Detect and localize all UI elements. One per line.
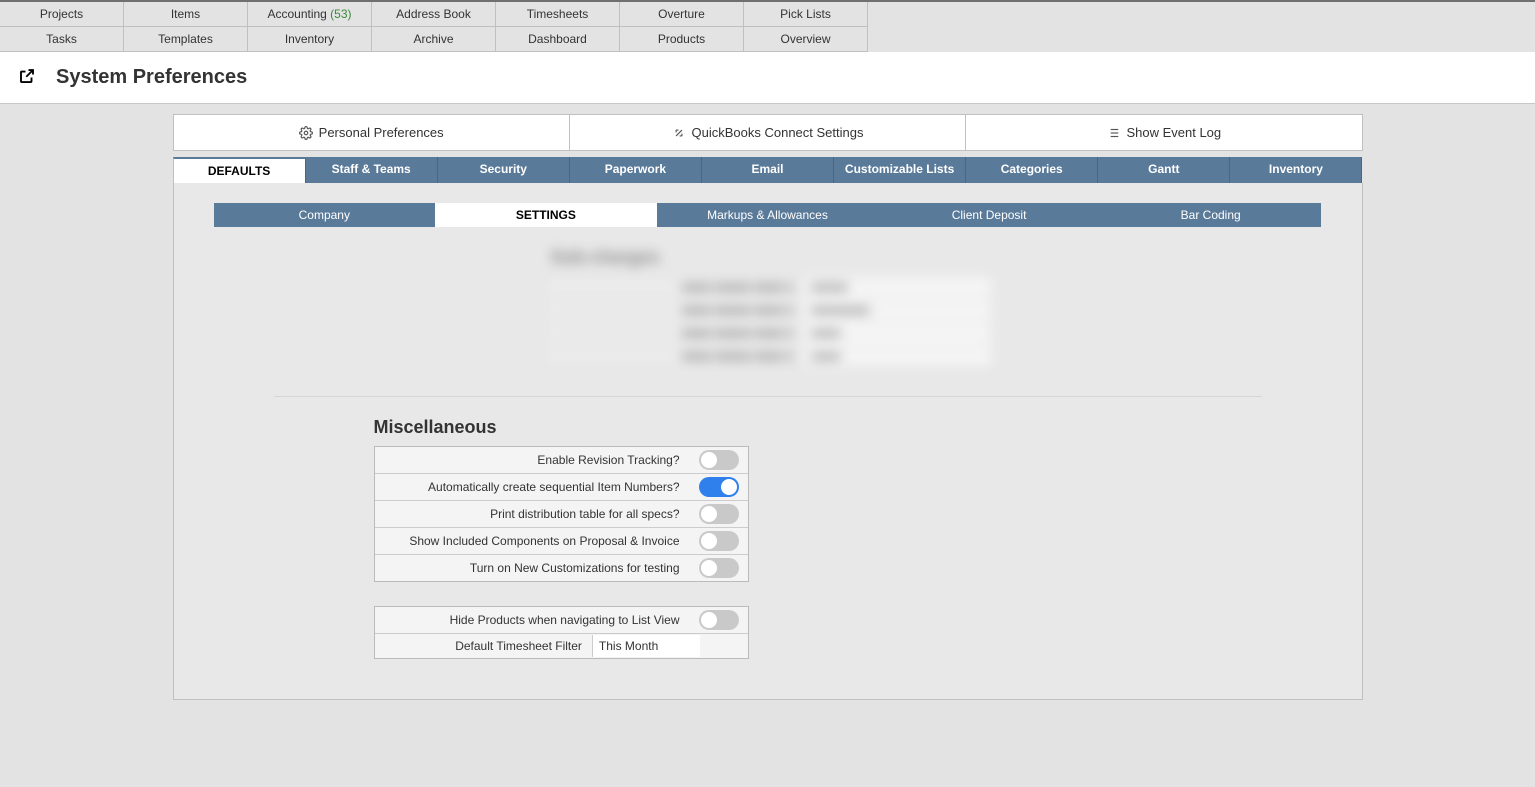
tab-defaults[interactable]: DEFAULTS (173, 157, 306, 183)
miscellaneous-table: Enable Revision Tracking? Automatically c… (374, 446, 749, 582)
show-event-log-label: Show Event Log (1126, 125, 1221, 140)
nav-address-book[interactable]: Address Book (372, 2, 496, 27)
tab-inventory[interactable]: Inventory (1230, 157, 1362, 183)
timesheet-filter-label: Default Timesheet Filter (375, 634, 592, 658)
blurred-section: Sub-charges ■■■■ ■■■■■ ■■■■ ■■■■■■ ■■■■ … (543, 247, 993, 378)
misc-toggle-3[interactable] (699, 531, 739, 551)
timesheet-filter-value[interactable]: This Month (592, 635, 700, 657)
subtab-company[interactable]: Company (214, 203, 436, 227)
primary-tab-row: DEFAULTSStaff & TeamsSecurityPaperworkEm… (173, 157, 1363, 183)
personal-preferences-label: Personal Preferences (319, 125, 444, 140)
nav-dashboard[interactable]: Dashboard (496, 27, 620, 52)
misc-toggle-label-0: Enable Revision Tracking? (375, 448, 690, 472)
nav-projects[interactable]: Projects (0, 2, 124, 27)
nav-products[interactable]: Products (620, 27, 744, 52)
show-event-log-button[interactable]: Show Event Log (966, 115, 1361, 150)
nav-accounting[interactable]: Accounting (53) (248, 2, 372, 27)
tab-security[interactable]: Security (438, 157, 570, 183)
quickbooks-settings-label: QuickBooks Connect Settings (692, 125, 864, 140)
tab-staff-teams[interactable]: Staff & Teams (306, 157, 438, 183)
misc-toggle-label-1: Automatically create sequential Item Num… (375, 475, 690, 499)
misc-toggle-0[interactable] (699, 450, 739, 470)
tab-customizable-lists[interactable]: Customizable Lists (834, 157, 966, 183)
subtab-client-deposit[interactable]: Client Deposit (878, 203, 1100, 227)
hide-products-label: Hide Products when navigating to List Vi… (375, 608, 690, 632)
divider (274, 396, 1262, 397)
misc-toggle-label-2: Print distribution table for all specs? (375, 502, 690, 526)
top-navigation: ProjectsItemsAccounting (53)Address Book… (0, 0, 1535, 52)
nav-inventory[interactable]: Inventory (248, 27, 372, 52)
nav-tasks[interactable]: Tasks (0, 27, 124, 52)
nav-items[interactable]: Items (124, 2, 248, 27)
subtab-bar-coding[interactable]: Bar Coding (1100, 203, 1322, 227)
nav-timesheets[interactable]: Timesheets (496, 2, 620, 27)
tab-email[interactable]: Email (702, 157, 834, 183)
tab-categories[interactable]: Categories (966, 157, 1098, 183)
hide-products-toggle[interactable] (699, 610, 739, 630)
subtab-markups-allowances[interactable]: Markups & Allowances (657, 203, 879, 227)
tab-paperwork[interactable]: Paperwork (570, 157, 702, 183)
personal-preferences-button[interactable]: Personal Preferences (174, 115, 570, 150)
nav-templates[interactable]: Templates (124, 27, 248, 52)
nav-badge: (53) (327, 7, 352, 21)
gear-icon (299, 126, 313, 140)
page-title: System Preferences (56, 66, 247, 89)
misc-toggle-2[interactable] (699, 504, 739, 524)
misc-toggle-label-4: Turn on New Customizations for testing (375, 556, 690, 580)
miscellaneous-heading: Miscellaneous (374, 417, 1362, 438)
title-bar: System Preferences (0, 52, 1535, 104)
misc-toggle-1[interactable] (699, 477, 739, 497)
list-icon (1106, 126, 1120, 140)
miscellaneous-extra-table: Hide Products when navigating to List Vi… (374, 606, 749, 659)
connect-icon (672, 126, 686, 140)
content-panel: CompanySETTINGSMarkups & AllowancesClien… (173, 183, 1363, 700)
nav-overture[interactable]: Overture (620, 2, 744, 27)
nav-archive[interactable]: Archive (372, 27, 496, 52)
nav-overview[interactable]: Overview (744, 27, 868, 52)
nav-pick-lists[interactable]: Pick Lists (744, 2, 868, 27)
secondary-tab-row: CompanySETTINGSMarkups & AllowancesClien… (214, 203, 1322, 227)
misc-toggle-4[interactable] (699, 558, 739, 578)
tab-gantt[interactable]: Gantt (1098, 157, 1230, 183)
quickbooks-settings-button[interactable]: QuickBooks Connect Settings (570, 115, 966, 150)
misc-toggle-label-3: Show Included Components on Proposal & I… (375, 529, 690, 553)
preference-buttons-row: Personal Preferences QuickBooks Connect … (173, 114, 1363, 151)
popout-icon[interactable] (18, 67, 36, 88)
subtab-settings[interactable]: SETTINGS (435, 203, 657, 227)
